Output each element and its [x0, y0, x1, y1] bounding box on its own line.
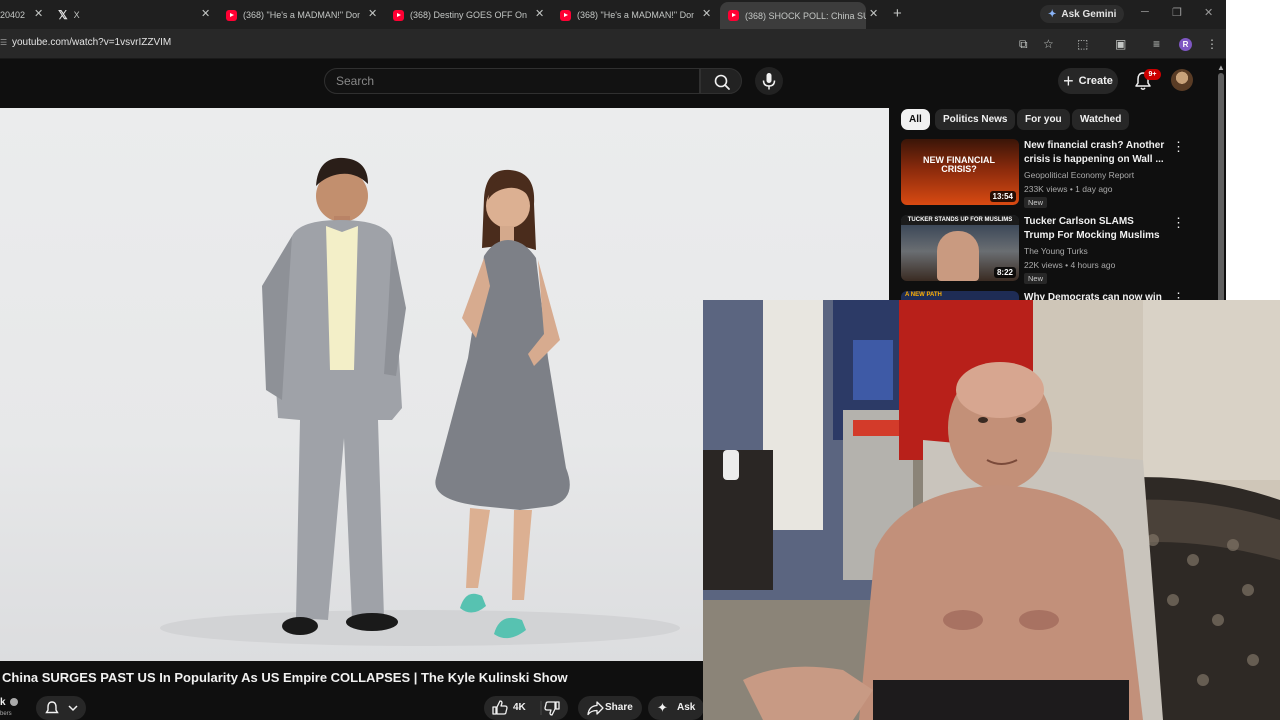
close-window-icon[interactable]: ✕ [1204, 6, 1213, 19]
notification-count-badge: 9+ [1144, 69, 1161, 80]
thumbnail-caption: NEW FINANCIAL CRISIS? [923, 155, 995, 174]
search-button[interactable] [700, 68, 742, 94]
new-tab-button[interactable]: + [893, 5, 902, 22]
video-thumbnail[interactable]: NEW FINANCIAL CRISIS? 13:54 [901, 139, 1019, 205]
browser-tab[interactable]: 20402 [0, 4, 30, 26]
woman-figure [435, 169, 570, 639]
recommended-video-meta: 22K views • 4 hours ago [1024, 260, 1116, 270]
url-field[interactable]: youtube.com/watch?v=1vsvrIZZVIM [0, 37, 171, 48]
bookmark-star-icon[interactable]: ☆ [1043, 37, 1054, 51]
youtube-favicon-icon [560, 9, 571, 21]
recommended-video-meta: 233K views • 1 day ago [1024, 184, 1113, 194]
minimize-window-icon[interactable]: ─ [1141, 6, 1149, 18]
youtube-favicon-icon [226, 9, 237, 21]
new-badge: New [1024, 273, 1048, 284]
video-title: China SURGES PAST US In Popularity As US… [2, 670, 568, 685]
new-badge: New [1024, 197, 1048, 208]
search-input[interactable]: Search [324, 68, 700, 94]
recommended-video-title[interactable]: Why Democrats can now win [1024, 291, 1166, 300]
youtube-favicon-icon [393, 9, 404, 21]
channel-name[interactable]: k [0, 697, 6, 708]
recommended-video-title[interactable]: New financial crash? Another crisis is h… [1024, 139, 1166, 167]
more-actions-icon[interactable]: ⋮ [1172, 140, 1185, 153]
verified-badge-icon [10, 698, 18, 706]
media-controls-icon[interactable]: ≡ [1153, 37, 1160, 51]
video-thumbnail[interactable]: TUCKER STANDS UP FOR MUSLIMS 8:22 [901, 215, 1019, 281]
subscription-notifications-button[interactable] [36, 696, 86, 720]
share-arrow-icon [587, 701, 604, 716]
ask-gemini-button[interactable]: ✦ Ask Gemini [1040, 5, 1125, 23]
webcam-scene-illustration [703, 300, 1280, 720]
more-actions-icon[interactable]: ⋮ [1172, 216, 1185, 229]
like-dislike-button-group[interactable] [484, 696, 568, 720]
share-label: Share [605, 702, 633, 713]
search-placeholder: Search [336, 74, 375, 88]
maximize-window-icon[interactable]: ❐ [1172, 6, 1182, 19]
thumbnail-caption: TUCKER STANDS UP FOR MUSLIMS [901, 215, 1019, 225]
tab-close-icon[interactable]: ✕ [34, 7, 43, 20]
dislike-thumb-icon [544, 701, 560, 716]
tab-close-icon[interactable]: ✕ [869, 7, 878, 20]
gemini-spark-icon: ✦ [1048, 8, 1057, 20]
youtube-favicon-icon [728, 10, 739, 21]
tab-title: 20402 [0, 10, 26, 20]
browser-tab[interactable]: 𝕏 X [58, 4, 198, 26]
tab-close-icon[interactable]: ✕ [368, 7, 377, 20]
x-logo-icon: 𝕏 [58, 8, 68, 22]
like-thumb-icon [492, 700, 560, 716]
webcam-overlay [703, 300, 1280, 720]
ask-gemini-label: Ask Gemini [1061, 8, 1117, 20]
ask-button[interactable]: ✦ [648, 696, 704, 720]
create-button[interactable]: + Create [1058, 68, 1118, 94]
subscriber-count: bers [0, 711, 12, 717]
man-figure [262, 157, 406, 635]
account-avatar[interactable] [1171, 69, 1193, 91]
extensions-icon[interactable]: ⬚ [1077, 37, 1088, 51]
youtube-masthead: Search + Create [0, 59, 1226, 107]
video-duration: 8:22 [993, 267, 1016, 278]
like-count: 4K [513, 702, 526, 713]
side-panel-icon[interactable]: ▣ [1115, 37, 1126, 51]
plus-icon: + [1063, 71, 1074, 91]
browser-profile-avatar[interactable]: R [1179, 38, 1192, 51]
create-label: Create [1078, 75, 1113, 87]
scroll-up-arrow-icon[interactable]: ▲ [1217, 63, 1225, 72]
chip-watched[interactable]: Watched [1072, 109, 1130, 130]
browser-tab[interactable]: (368) Destiny GOES OFF On Kyl [393, 4, 527, 26]
tab-title: (368) Destiny GOES OFF On Kyl [410, 10, 527, 20]
browser-tab[interactable]: (368) "He's a MADMAN!" Donal [560, 4, 694, 26]
bell-dropdown-icon [45, 701, 78, 714]
browser-tab[interactable]: (368) "He's a MADMAN!" Donal [226, 4, 360, 26]
tab-title: (368) "He's a MADMAN!" Donal [577, 10, 694, 20]
search-icon [714, 74, 730, 90]
thumbnail-face [937, 231, 979, 281]
microphone-icon [762, 73, 776, 90]
thumbnail-caption: A NEW PATH [905, 292, 942, 298]
voice-search-button[interactable] [755, 67, 783, 95]
video-duration: 13:54 [989, 191, 1016, 202]
recommended-video-title[interactable]: Tucker Carlson SLAMS Trump For Mocking M… [1024, 215, 1166, 243]
tab-close-icon[interactable]: ✕ [201, 7, 210, 20]
chip-politics-news[interactable]: Politics News [935, 109, 1016, 130]
browser-tab-strip: 20402 ✕ 𝕏 X ✕ (368) "He's a MADMAN!" Don… [0, 0, 1226, 29]
recommended-channel-name[interactable]: Geopolitical Economy Report [1024, 170, 1134, 180]
recommended-channel-name[interactable]: The Young Turks [1024, 246, 1088, 256]
install-app-icon[interactable]: ⧉ [1019, 37, 1028, 52]
tab-close-icon[interactable]: ✕ [702, 7, 711, 20]
chip-for-you[interactable]: For you [1017, 109, 1070, 130]
video-thumbnail[interactable]: A NEW PATH [901, 291, 1019, 300]
tab-close-icon[interactable]: ✕ [535, 7, 544, 20]
chip-all[interactable]: All [901, 109, 930, 130]
browser-address-bar: youtube.com/watch?v=1vsvrIZZVIM ⧉ ☆ ⬚ ▣ … [0, 29, 1226, 59]
browser-tab-active[interactable]: (368) SHOCK POLL: China SURG [720, 2, 866, 29]
tab-title: (368) SHOCK POLL: China SURG [745, 10, 866, 21]
more-actions-icon[interactable]: ⋮ [1172, 291, 1182, 300]
window-edge-background [1226, 0, 1280, 300]
ask-label: Ask [677, 702, 696, 713]
tab-title: (368) "He's a MADMAN!" Donal [243, 10, 360, 20]
ask-sparkle-icon: ✦ [657, 700, 668, 715]
browser-menu-icon[interactable]: ⋮ [1206, 37, 1218, 51]
tab-title: X [73, 10, 80, 20]
